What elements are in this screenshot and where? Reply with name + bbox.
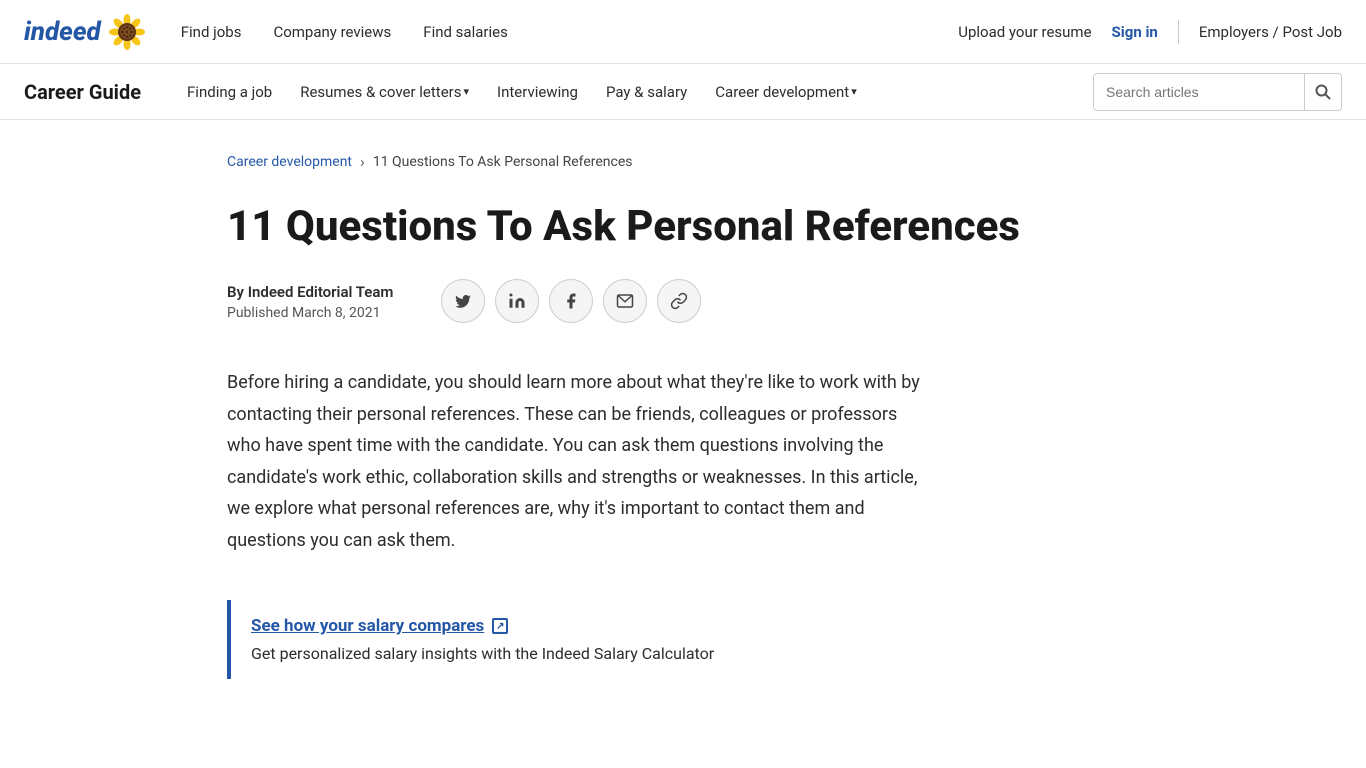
article-title: 11 Questions To Ask Personal References: [227, 203, 1127, 251]
pay-salary-link[interactable]: Pay & salary: [592, 64, 701, 120]
article-body: Before hiring a candidate, you should le…: [227, 367, 927, 556]
salary-callout-link[interactable]: See how your salary compares: [251, 616, 484, 636]
find-salaries-link[interactable]: Find salaries: [423, 23, 508, 41]
link-icon: [670, 292, 688, 310]
top-nav-links: Find jobs Company reviews Find salaries: [181, 23, 959, 41]
email-icon: [616, 292, 634, 310]
linkedin-share-button[interactable]: [495, 279, 539, 323]
breadcrumb: Career development › 11 Questions To Ask…: [227, 152, 1139, 171]
breadcrumb-current: 11 Questions To Ask Personal References: [373, 154, 633, 170]
nav-divider: [1178, 20, 1179, 44]
twitter-icon: [454, 292, 472, 310]
sunflower-icon: [109, 14, 145, 50]
find-jobs-link[interactable]: Find jobs: [181, 23, 242, 41]
author-share-row: By Indeed Editorial Team Published March…: [227, 279, 1139, 323]
search-button[interactable]: [1304, 73, 1341, 111]
salary-callout: See how your salary compares ↗ Get perso…: [227, 600, 927, 679]
salary-callout-link-row: See how your salary compares ↗: [251, 616, 907, 636]
copy-link-share-button[interactable]: [657, 279, 701, 323]
published-date: Published March 8, 2021: [227, 305, 393, 321]
sign-in-link[interactable]: Sign in: [1112, 23, 1158, 41]
search-input[interactable]: [1094, 84, 1304, 100]
breadcrumb-parent-link[interactable]: Career development: [227, 154, 352, 170]
facebook-icon: [562, 292, 580, 310]
main-content: Career development › 11 Questions To Ask…: [203, 120, 1163, 739]
share-buttons: [441, 279, 701, 323]
resumes-cover-letters-link[interactable]: Resumes & cover letters▾: [286, 64, 483, 120]
employers-link[interactable]: Employers / Post Job: [1199, 23, 1342, 41]
breadcrumb-separator: ›: [360, 152, 365, 171]
indeed-logo[interactable]: indeed: [24, 14, 145, 50]
email-share-button[interactable]: [603, 279, 647, 323]
secondary-nav-links: Finding a job Resumes & cover letters▾ I…: [173, 64, 1093, 120]
twitter-share-button[interactable]: [441, 279, 485, 323]
salary-callout-description: Get personalized salary insights with th…: [251, 644, 907, 663]
author-name: By Indeed Editorial Team: [227, 283, 393, 301]
career-guide-title: Career Guide: [24, 80, 141, 104]
career-development-link[interactable]: Career development▾: [701, 64, 870, 120]
finding-a-job-link[interactable]: Finding a job: [173, 64, 286, 120]
external-link-icon: ↗: [492, 618, 508, 634]
resumes-dropdown-icon: ▾: [463, 85, 469, 98]
author-info: By Indeed Editorial Team Published March…: [227, 282, 393, 321]
top-nav-right: Upload your resume Sign in Employers / P…: [958, 20, 1342, 44]
linkedin-icon: [508, 292, 526, 310]
career-dev-dropdown-icon: ▾: [851, 85, 857, 98]
secondary-nav: Career Guide Finding a job Resumes & cov…: [0, 64, 1366, 120]
facebook-share-button[interactable]: [549, 279, 593, 323]
upload-resume-link[interactable]: Upload your resume: [958, 23, 1091, 41]
search-icon: [1315, 84, 1331, 100]
logo-text: indeed: [24, 17, 101, 47]
top-nav: indeed: [0, 0, 1366, 64]
company-reviews-link[interactable]: Company reviews: [273, 23, 391, 41]
search-area: [1093, 73, 1342, 111]
interviewing-link[interactable]: Interviewing: [483, 64, 592, 120]
